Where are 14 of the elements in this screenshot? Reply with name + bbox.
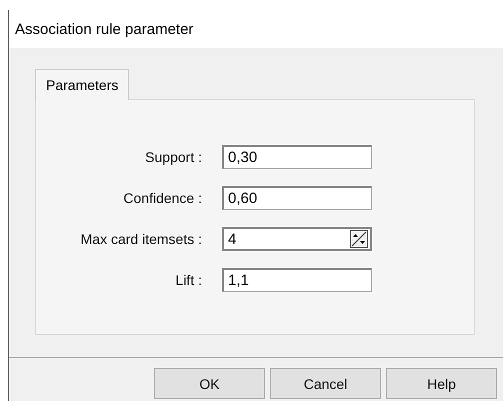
- spin-field[interactable]: 4: [222, 227, 372, 251]
- field-label: Lift :: [174, 272, 203, 288]
- dialog-button[interactable]: Cancel: [270, 368, 381, 399]
- field-label: Confidence :: [122, 190, 203, 206]
- spin-arrows-icon[interactable]: [350, 230, 368, 248]
- parameters-tab[interactable]: Parameters: [35, 69, 130, 100]
- dialog-button[interactable]: Help: [386, 368, 497, 399]
- field-label: Max card itemsets :: [80, 231, 203, 247]
- input-field[interactable]: 0,30: [222, 145, 372, 169]
- input-field[interactable]: 0,60: [222, 186, 372, 210]
- dialog-button[interactable]: OK: [154, 368, 265, 399]
- field-label: Support :: [144, 149, 203, 165]
- window-title: Association rule parameter: [14, 20, 194, 40]
- input-field[interactable]: 1,1: [222, 268, 372, 292]
